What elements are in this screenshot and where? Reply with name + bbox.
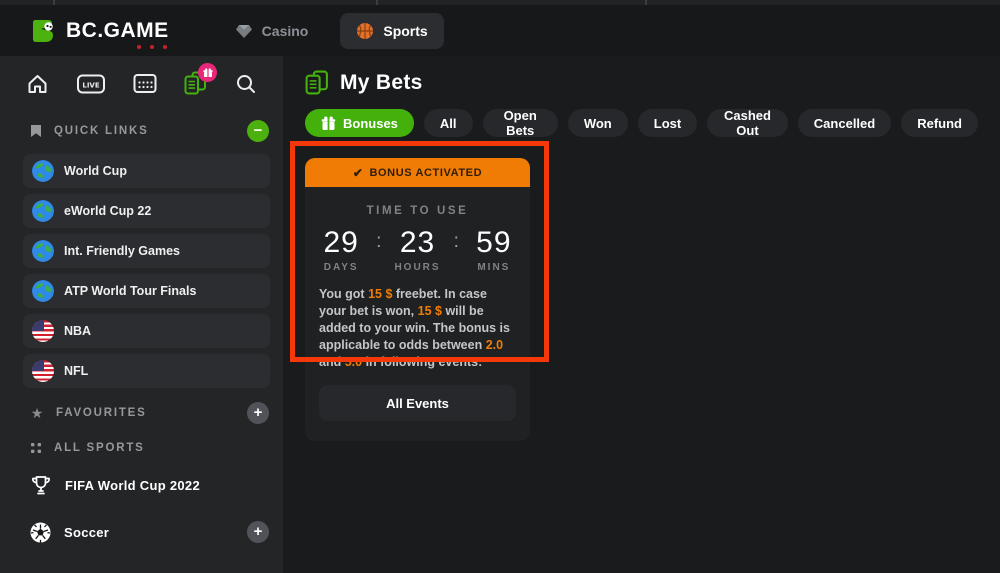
browser-top-strip xyxy=(0,0,1000,5)
time-to-use-label: TIME TO USE xyxy=(319,205,516,217)
svg-text:LIVE: LIVE xyxy=(82,81,99,89)
add-favourite-button[interactable]: + xyxy=(247,402,269,424)
bcgame-logo[interactable]: BC.GAME xyxy=(30,17,169,45)
check-icon: ✔ xyxy=(353,166,364,180)
favourites-header: ★ FAVOURITES + xyxy=(0,402,283,424)
all-sports-title: ALL SPORTS xyxy=(54,442,145,454)
bookmark-icon xyxy=(30,124,42,138)
sidebar: LIVE xyxy=(0,56,283,573)
page-title: My Bets xyxy=(340,71,423,95)
my-bets-icon xyxy=(305,70,329,96)
top-strip-separator xyxy=(53,0,55,5)
trophy-icon xyxy=(30,474,52,497)
all-sports-header[interactable]: ALL SPORTS xyxy=(0,442,283,454)
bonus-activated-label: BONUS ACTIVATED xyxy=(369,167,482,179)
sidebar-item-label: FIFA World Cup 2022 xyxy=(65,478,200,493)
bonus-activated-banner: ✔ BONUS ACTIVATED xyxy=(305,158,530,187)
quick-links-header: QUICK LINKS − xyxy=(0,120,283,142)
top-header: BC.GAME Casino xyxy=(0,5,1000,56)
globe-icon xyxy=(32,280,54,302)
top-strip-separator xyxy=(376,0,378,5)
filter-lost[interactable]: Lost xyxy=(638,109,697,137)
bet-filter-chips: Bonuses All Open Bets Won Lost Cashed Ou… xyxy=(305,109,978,137)
quick-link-label: NFL xyxy=(64,364,88,378)
sidebar-item-fifa-world-cup[interactable]: FIFA World Cup 2022 xyxy=(0,474,283,497)
bonus-card: ✔ BONUS ACTIVATED TIME TO USE 29 DAYS : … xyxy=(305,158,530,441)
bonus-countdown: 29 DAYS : 23 HOURS : 59 MINS xyxy=(319,227,516,273)
us-flag-icon xyxy=(32,320,54,342)
gift-icon xyxy=(321,116,336,131)
soccer-ball-icon xyxy=(30,522,51,543)
sidebar-item-label: Soccer xyxy=(64,525,109,540)
countdown-hours: 23 HOURS xyxy=(394,227,440,273)
all-events-button[interactable]: All Events xyxy=(319,385,516,421)
us-flag-icon xyxy=(32,360,54,382)
quick-links-list: World Cup eWorld Cup 22 Int. Friendly Ga… xyxy=(23,154,270,388)
quick-link-label: NBA xyxy=(64,324,91,338)
filter-cashed-out[interactable]: Cashed Out xyxy=(707,109,788,137)
globe-icon xyxy=(32,160,54,182)
search-icon[interactable] xyxy=(235,73,257,95)
countdown-separator: : xyxy=(454,227,459,257)
sidebar-icon-row: LIVE xyxy=(26,71,257,96)
sidebar-item-soccer[interactable]: Soccer + xyxy=(0,521,283,543)
bcgame-sports-app: BC.GAME Casino xyxy=(0,0,1000,573)
logo-red-dots xyxy=(137,45,167,49)
quick-links-title: QUICK LINKS xyxy=(54,125,149,137)
calendar-results-icon[interactable] xyxy=(133,73,157,94)
quick-link-nba[interactable]: NBA xyxy=(23,314,270,348)
page-title-row: My Bets xyxy=(305,70,978,96)
home-icon[interactable] xyxy=(26,73,49,95)
quick-link-nfl[interactable]: NFL xyxy=(23,354,270,388)
bonus-description: You got 15 $ freebet. In case your bet i… xyxy=(319,286,516,371)
my-bets-icon[interactable] xyxy=(184,71,207,96)
globe-icon xyxy=(32,240,54,262)
quick-link-int-friendly[interactable]: Int. Friendly Games xyxy=(23,234,270,268)
nav-sports-label: Sports xyxy=(383,23,427,39)
nav-sports[interactable]: Sports xyxy=(340,13,443,49)
star-icon: ★ xyxy=(30,405,44,422)
quick-link-label: ATP World Tour Finals xyxy=(64,284,196,298)
globe-icon xyxy=(32,200,54,222)
bcgame-logo-icon xyxy=(30,17,58,45)
quick-link-eworld-cup[interactable]: eWorld Cup 22 xyxy=(23,194,270,228)
filter-open-bets[interactable]: Open Bets xyxy=(483,109,558,137)
grid-dots-icon xyxy=(30,442,42,454)
main-content: My Bets Bonuses All Open Bets xyxy=(283,56,1000,573)
filter-all[interactable]: All xyxy=(424,109,473,137)
bonus-badge xyxy=(198,63,217,82)
collapse-quick-links-button[interactable]: − xyxy=(247,120,269,142)
countdown-days: 29 DAYS xyxy=(319,227,363,273)
filter-cancelled[interactable]: Cancelled xyxy=(798,109,891,137)
filter-refund[interactable]: Refund xyxy=(901,109,978,137)
live-icon[interactable]: LIVE xyxy=(77,74,105,94)
expand-soccer-button[interactable]: + xyxy=(247,521,269,543)
bcgame-logo-text: BC.GAME xyxy=(66,19,169,43)
filter-won[interactable]: Won xyxy=(568,109,628,137)
top-nav: Casino Sports xyxy=(219,13,444,49)
countdown-separator: : xyxy=(376,227,381,257)
nav-casino-label: Casino xyxy=(262,23,309,39)
quick-link-world-cup[interactable]: World Cup xyxy=(23,154,270,188)
favourites-title: FAVOURITES xyxy=(56,407,147,419)
countdown-mins: 59 MINS xyxy=(472,227,516,273)
filter-bonuses[interactable]: Bonuses xyxy=(305,109,414,137)
quick-link-atp-finals[interactable]: ATP World Tour Finals xyxy=(23,274,270,308)
quick-link-label: eWorld Cup 22 xyxy=(64,204,151,218)
diamond-icon xyxy=(235,22,253,40)
top-strip-separator xyxy=(645,0,647,5)
nav-casino[interactable]: Casino xyxy=(219,13,325,49)
basketball-icon xyxy=(356,22,374,40)
quick-link-label: Int. Friendly Games xyxy=(64,244,180,258)
quick-link-label: World Cup xyxy=(64,164,127,178)
